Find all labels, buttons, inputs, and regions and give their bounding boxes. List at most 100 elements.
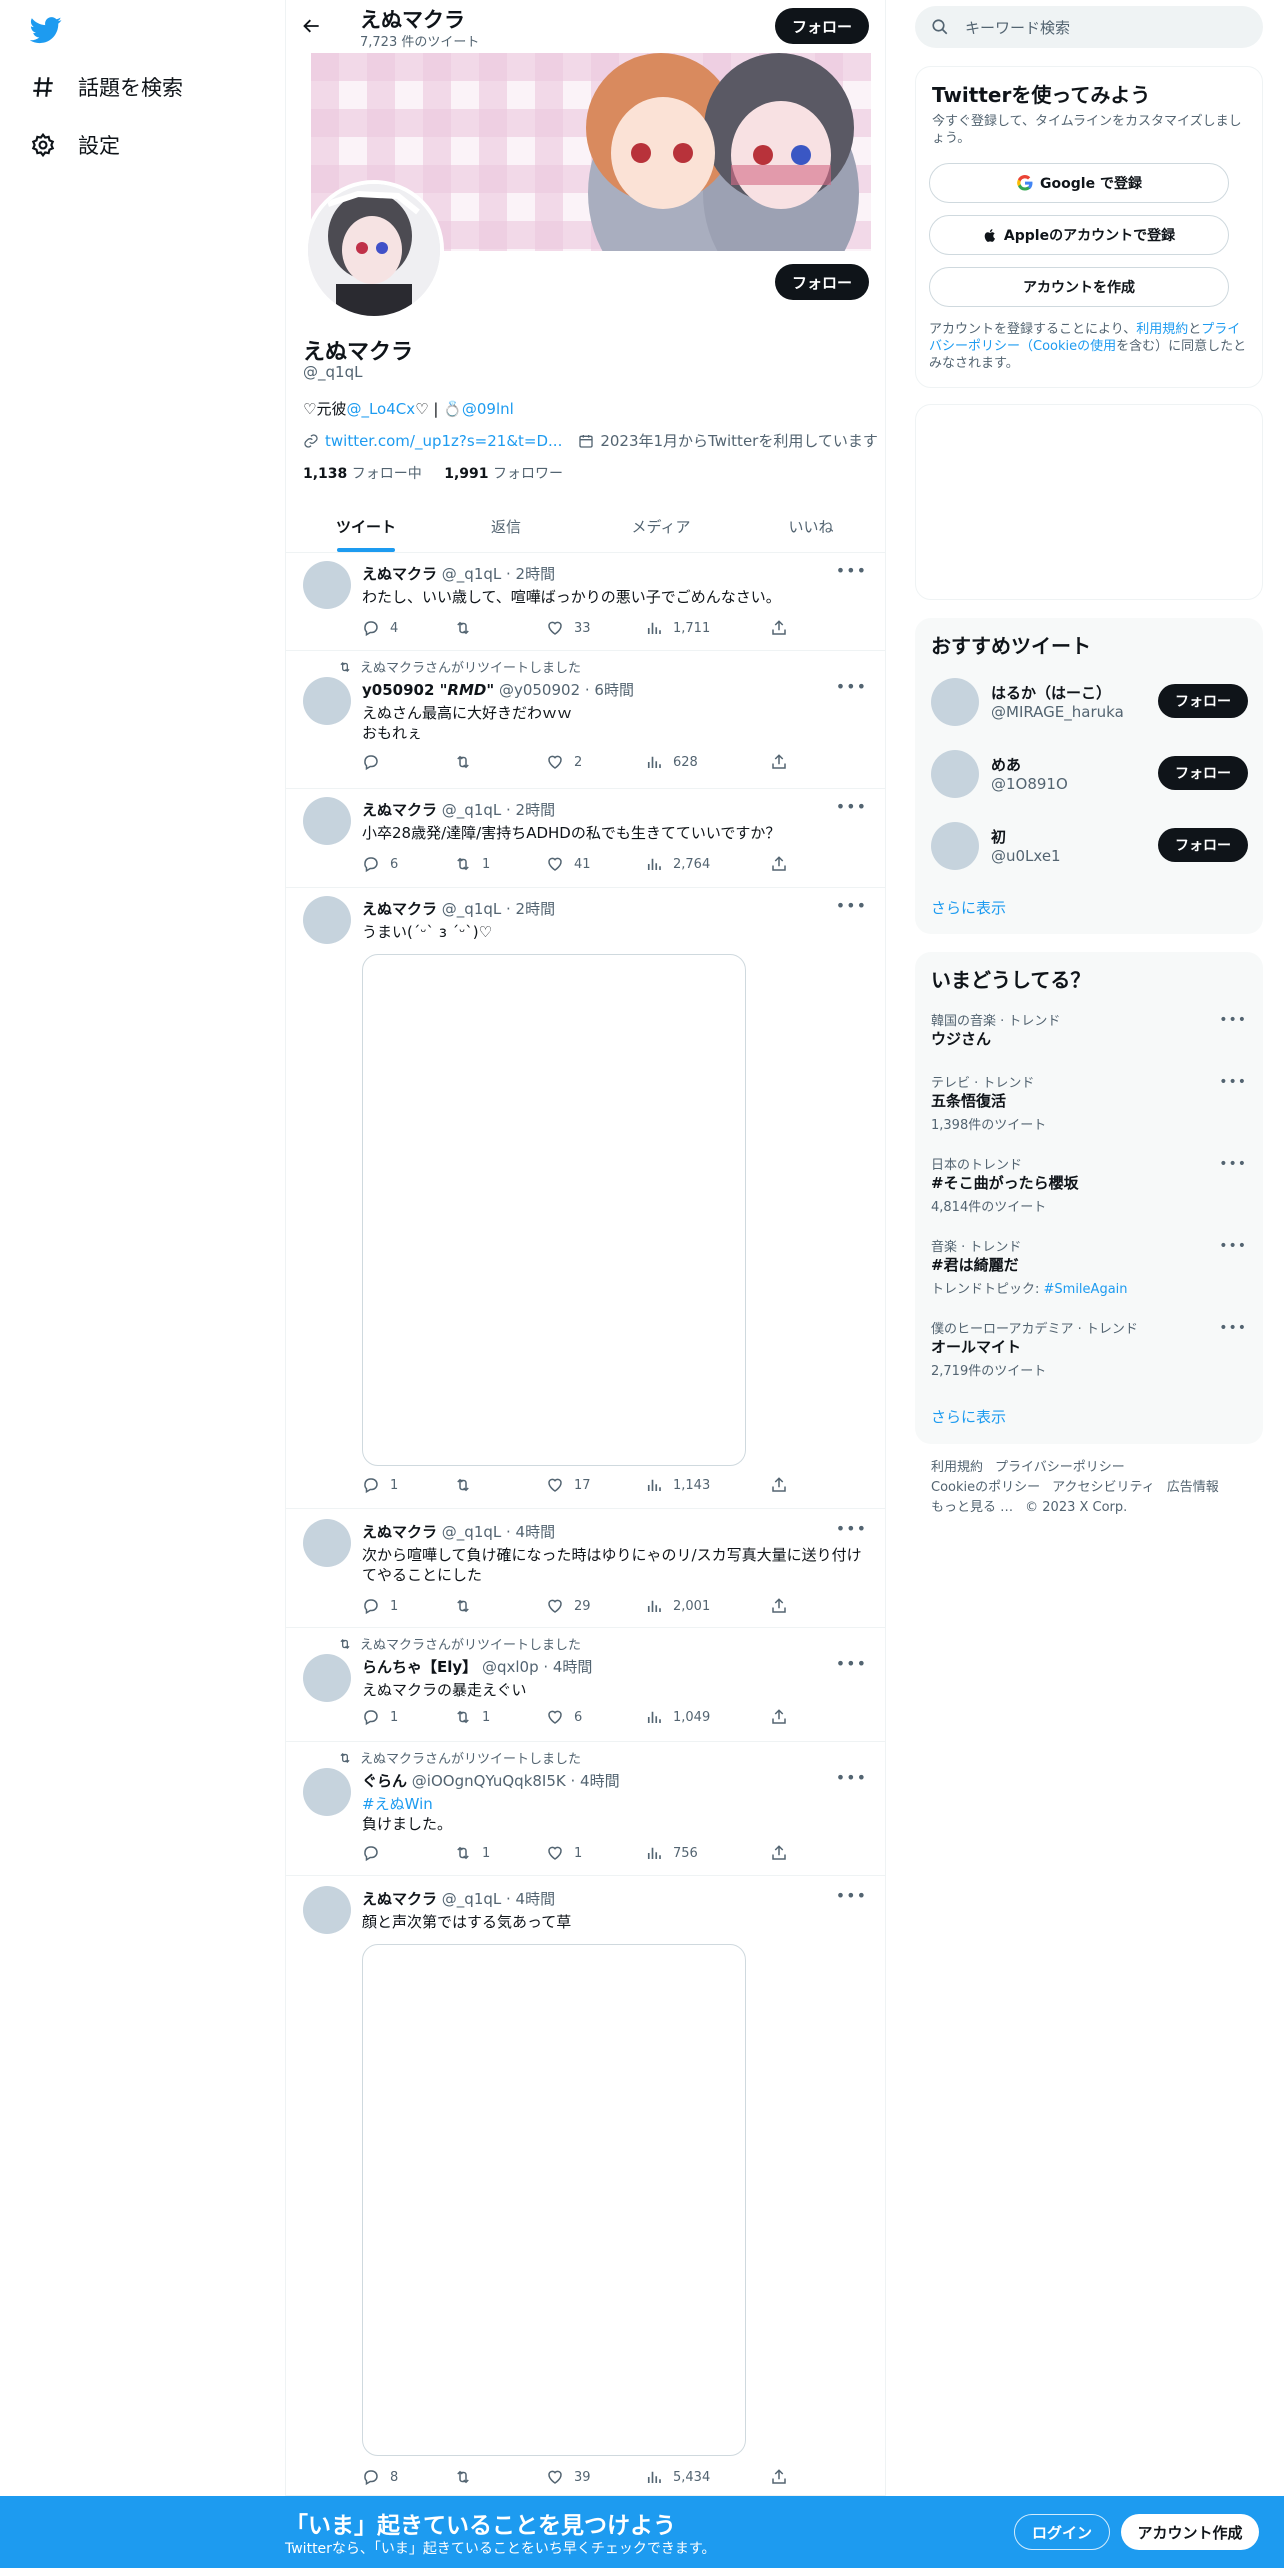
trend-item[interactable]: 日本のトレンド #そこ曲がったら櫻坂 4,814件のツイート ••• xyxy=(915,1154,1263,1224)
bio-mention-link-2[interactable]: @09lnl xyxy=(462,400,514,418)
reply-button[interactable]: 8 xyxy=(362,2468,398,2486)
tweet-meta[interactable]: @_q1qL · 4時間 xyxy=(442,1523,555,1541)
more-icon[interactable]: ••• xyxy=(1219,1074,1247,1090)
trend-item[interactable]: テレビ · トレンド 五条悟復活 1,398件のツイート ••• xyxy=(915,1072,1263,1142)
tweet-meta[interactable]: @y050902 · 6時間 xyxy=(499,681,634,699)
retweet-button[interactable]: 1 xyxy=(454,1708,490,1726)
tweet[interactable]: えぬマクラさんがリツイートしました ぐらん @iOOgnQYuQqk8I5K ·… xyxy=(286,1742,885,1876)
tweet-author-name[interactable]: らんちゃ【Ely】 xyxy=(362,1658,477,1676)
bio-mention-link-1[interactable]: @_Lo4Cx xyxy=(346,400,415,418)
signup-button[interactable]: アカウント作成 xyxy=(1121,2514,1259,2550)
tweet-meta[interactable]: @_q1qL · 2時間 xyxy=(442,565,555,583)
reply-button[interactable]: 1 xyxy=(362,1597,398,1615)
tweet-meta[interactable]: @_q1qL · 4時間 xyxy=(442,1890,555,1908)
views-button[interactable]: 628 xyxy=(645,753,698,771)
views-button[interactable]: 756 xyxy=(645,1844,698,1862)
twitter-bird-icon[interactable] xyxy=(30,14,62,46)
recommended-user[interactable]: 初 @u0Lxe1 フォロー xyxy=(915,816,1263,876)
tweet-meta[interactable]: @_q1qL · 2時間 xyxy=(442,900,555,918)
footer-link-terms[interactable]: 利用規約 xyxy=(931,1460,983,1475)
views-button[interactable]: 1,711 xyxy=(645,619,710,637)
trends-show-more-link[interactable]: さらに表示 xyxy=(931,1406,1006,1427)
avatar[interactable] xyxy=(303,896,351,944)
avatar[interactable] xyxy=(303,1768,351,1816)
footer-link-more[interactable]: もっと見る … xyxy=(931,1500,1013,1515)
trend-item[interactable]: 音楽 · トレンド #君は綺麗だ トレンドトピック: #SmileAgain •… xyxy=(915,1236,1263,1306)
footer-link-ads[interactable]: 広告情報 xyxy=(1167,1480,1219,1495)
views-button[interactable]: 5,434 xyxy=(645,2468,710,2486)
more-icon[interactable]: ••• xyxy=(836,1768,867,1787)
avatar[interactable] xyxy=(303,1654,351,1702)
views-button[interactable]: 2,001 xyxy=(645,1597,710,1615)
share-button[interactable] xyxy=(770,2468,788,2486)
header-follow-button[interactable]: フォロー xyxy=(775,8,869,44)
footer-link-privacy[interactable]: プライバシーポリシー xyxy=(995,1460,1125,1475)
tweet[interactable]: えぬマクラさんがリツイートしました らんちゃ【Ely】 @qxl0p · 4時間… xyxy=(286,1628,885,1742)
reply-button[interactable]: 1 xyxy=(362,1476,398,1494)
tweet-author-name[interactable]: えぬマクラ xyxy=(362,565,437,583)
search-input[interactable]: キーワード検索 xyxy=(965,17,1070,38)
retweet-button[interactable] xyxy=(454,753,482,771)
back-button[interactable] xyxy=(298,12,326,40)
share-button[interactable] xyxy=(770,1597,788,1615)
nav-explore[interactable]: 話題を検索 xyxy=(30,72,183,102)
like-button[interactable]: 6 xyxy=(546,1708,582,1726)
profile-follow-button[interactable]: フォロー xyxy=(775,264,869,300)
followers-stat[interactable]: 1,991 フォロワー xyxy=(444,466,563,482)
avatar[interactable] xyxy=(303,797,351,845)
share-button[interactable] xyxy=(770,1708,788,1726)
more-icon[interactable]: ••• xyxy=(836,561,867,580)
tweet[interactable]: えぬマクラ @_q1qL · 2時間 ••• 小卒28歳発/達障/害持ちADHDの私… xyxy=(286,789,885,888)
retweet-button[interactable] xyxy=(454,619,482,637)
reply-button[interactable] xyxy=(362,753,390,771)
more-icon[interactable]: ••• xyxy=(836,1886,867,1905)
tweet-meta[interactable]: @_q1qL · 2時間 xyxy=(442,801,555,819)
recommended-follow-button[interactable]: フォロー xyxy=(1158,684,1248,718)
more-icon[interactable]: ••• xyxy=(1219,1156,1247,1172)
share-button[interactable] xyxy=(770,619,788,637)
reply-button[interactable]: 6 xyxy=(362,855,398,873)
more-icon[interactable]: ••• xyxy=(1219,1012,1247,1028)
tweet[interactable]: えぬマクラ @_q1qL · 4時間 ••• 次から喧嘩して負け確になった時はゆりに… xyxy=(286,1509,885,1628)
share-button[interactable] xyxy=(770,1844,788,1862)
views-button[interactable]: 1,049 xyxy=(645,1708,710,1726)
tweet[interactable]: えぬマクラ @_q1qL · 2時間 ••• うまい(ˊᵕˋ з ˊᵕˋ)♡ 1 1… xyxy=(286,888,885,1509)
more-icon[interactable]: ••• xyxy=(1219,1238,1247,1254)
search-box[interactable]: キーワード検索 xyxy=(915,6,1263,48)
reply-button[interactable]: 1 xyxy=(362,1708,398,1726)
tweet-author-name[interactable]: えぬマクラ xyxy=(362,900,437,918)
tweet-author-name[interactable]: y050902 "𝙍𝙈𝘿" xyxy=(362,681,494,699)
like-button[interactable]: 33 xyxy=(546,619,591,637)
tab-media[interactable]: メディア xyxy=(581,500,741,553)
retweet-button[interactable] xyxy=(454,2468,482,2486)
more-icon[interactable]: ••• xyxy=(1219,1320,1247,1336)
recommended-user[interactable]: はるか（はーこ） @MIRAGE_haruka フォロー xyxy=(915,672,1263,732)
tab-likes[interactable]: いいね xyxy=(731,500,891,553)
footer-link-accessibility[interactable]: アクセシビリティ xyxy=(1052,1480,1155,1495)
terms-link[interactable]: 利用規約 xyxy=(1136,322,1188,337)
trend-item[interactable]: 韓国の音楽 · トレンド ウジさん ••• xyxy=(915,1010,1263,1060)
create-account-button[interactable]: アカウントを作成 xyxy=(929,267,1229,307)
profile-website-link[interactable]: twitter.com/_up1z?s=21&t=D... xyxy=(325,432,562,450)
like-button[interactable]: 17 xyxy=(546,1476,591,1494)
avatar[interactable] xyxy=(303,1886,351,1934)
like-button[interactable]: 2 xyxy=(546,753,582,771)
recommended-show-more-link[interactable]: さらに表示 xyxy=(931,897,1006,918)
trend-item[interactable]: 僕のヒーローアカデミア · トレンド オールマイト 2,719件のツイート ••… xyxy=(915,1318,1263,1388)
tab-tweets[interactable]: ツイート xyxy=(286,500,446,553)
trend-topic-link[interactable]: #SmileAgain xyxy=(1044,1282,1128,1297)
retweet-button[interactable]: 1 xyxy=(454,855,490,873)
views-button[interactable]: 1,143 xyxy=(645,1476,710,1494)
tweet[interactable]: えぬマクラ @_q1qL · 4時間 ••• 顔と声次第ではする気あって草 8 39… xyxy=(286,1876,885,2496)
google-signup-button[interactable]: Google で登録 xyxy=(929,163,1229,203)
recommended-follow-button[interactable]: フォロー xyxy=(1158,828,1248,862)
profile-avatar[interactable] xyxy=(304,180,444,320)
tweet-hashtag-link[interactable]: #えぬWin xyxy=(362,1794,862,1814)
apple-signup-button[interactable]: Appleのアカウントで登録 xyxy=(929,215,1229,255)
reply-button[interactable]: 4 xyxy=(362,619,398,637)
share-button[interactable] xyxy=(770,753,788,771)
views-button[interactable]: 2,764 xyxy=(645,855,710,873)
tweet-author-name[interactable]: えぬマクラ xyxy=(362,1523,437,1541)
tweet-author-name[interactable]: えぬマクラ xyxy=(362,801,437,819)
more-icon[interactable]: ••• xyxy=(836,1519,867,1538)
